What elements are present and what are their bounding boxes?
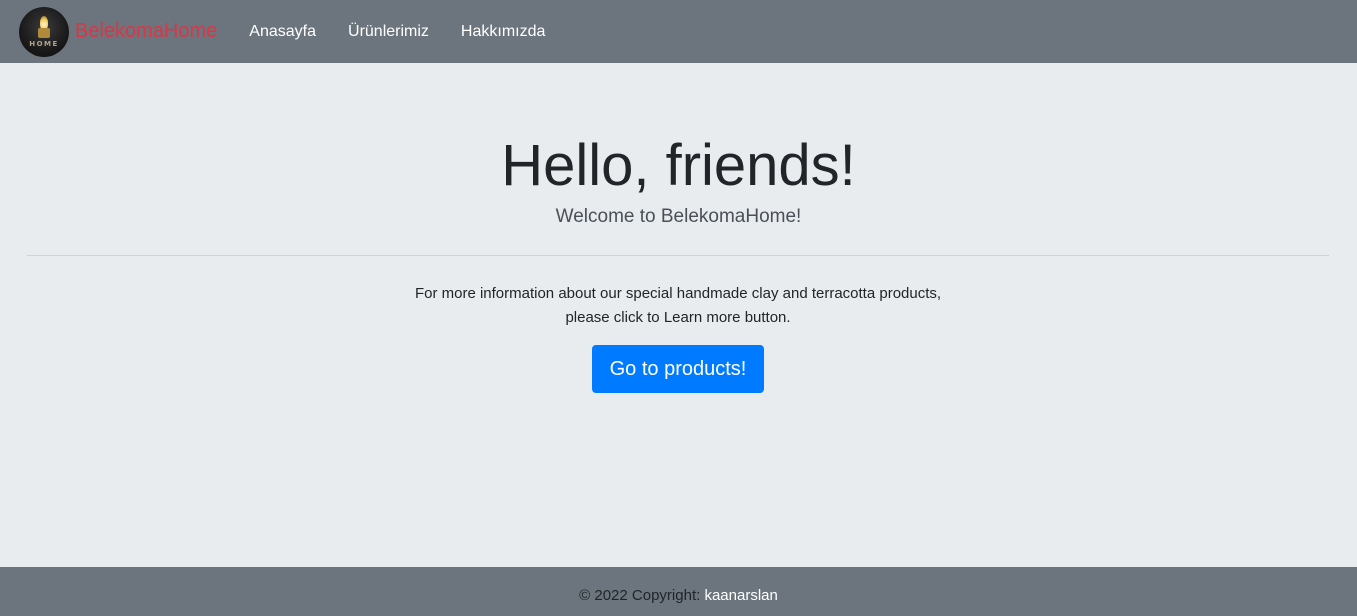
footer-copyright: © 2022 Copyright: [579, 587, 701, 604]
hero-info-line-1: For more information about our special h… [414, 285, 942, 302]
logo-text: HOME [29, 39, 59, 48]
nav-link-urunlerimiz[interactable]: Ürünlerimiz [332, 15, 445, 49]
footer-author-link[interactable]: kaanarslan [704, 587, 777, 604]
navbar: HOME BelekomaHome Anasayfa Ürünlerimiz H… [0, 0, 1357, 63]
nav-links: Anasayfa Ürünlerimiz Hakkımızda [233, 15, 561, 49]
hero-subtitle: Welcome to BelekomaHome! [555, 206, 802, 227]
hero-section: Hello, friends! Welcome to BelekomaHome!… [0, 63, 1357, 567]
nav-link-hakkimizda[interactable]: Hakkımızda [445, 15, 561, 49]
hero-info: For more information about our special h… [378, 282, 978, 330]
brand-logo: HOME [19, 6, 69, 57]
hero-divider [27, 255, 1329, 256]
nav-link-anasayfa[interactable]: Anasayfa [233, 15, 332, 49]
footer: © 2022 Copyright: kaanarslan [0, 567, 1357, 616]
hero-info-line-2: please click to Learn more button. [565, 309, 791, 326]
brand-link[interactable]: HOME BelekomaHome [19, 6, 218, 57]
brand-name: BelekomaHome [75, 19, 218, 42]
hero-title: Hello, friends! [501, 133, 856, 198]
candle-icon [38, 27, 50, 38]
go-to-products-button[interactable]: Go to products! [592, 345, 764, 393]
